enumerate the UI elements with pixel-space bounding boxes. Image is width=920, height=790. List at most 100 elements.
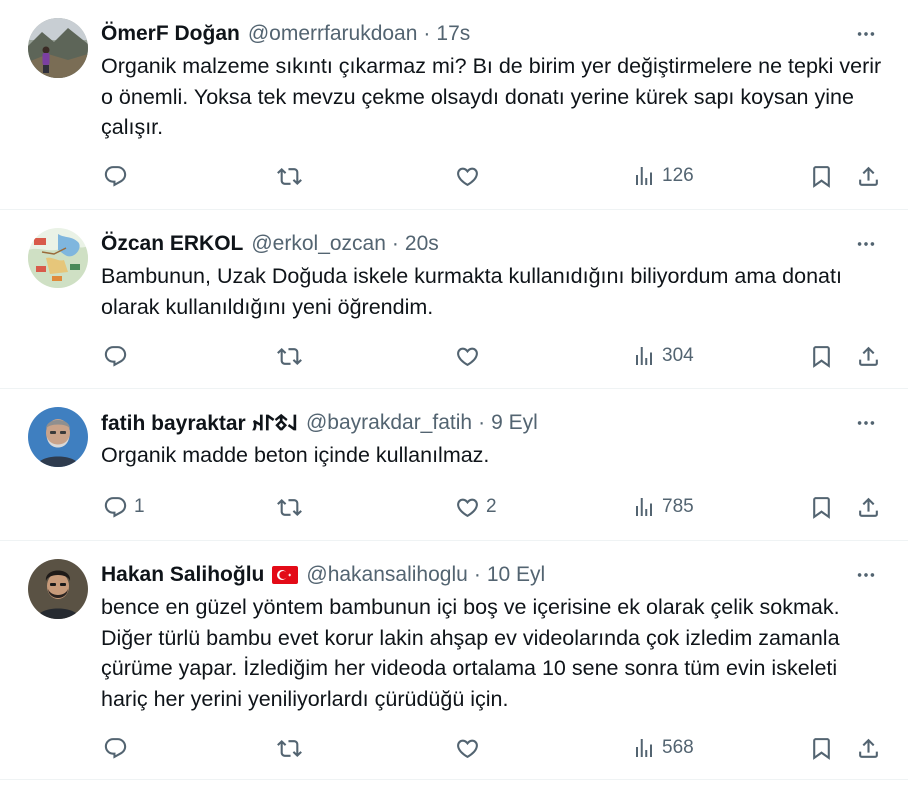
- display-name[interactable]: ÖmerF Doğan: [101, 22, 240, 46]
- user-handle[interactable]: @hakansalihoglu: [306, 563, 467, 587]
- views-icon: [632, 164, 656, 188]
- separator-dot: ·: [423, 22, 431, 45]
- tweet[interactable]: Özcan ERKOL @erkol_ozcan · 20s Bambunun,…: [0, 210, 908, 389]
- reply-button[interactable]: 1: [103, 493, 145, 521]
- bookmark-button[interactable]: [809, 162, 834, 190]
- display-name[interactable]: Özcan ERKOL: [101, 232, 243, 256]
- retweet-icon: [277, 164, 302, 189]
- share-icon: [856, 495, 881, 520]
- more-icon[interactable]: [848, 409, 884, 437]
- share-button[interactable]: [856, 162, 881, 190]
- views-icon: [632, 495, 656, 519]
- retweet-button[interactable]: [277, 493, 308, 521]
- like-icon: [455, 344, 480, 369]
- separator-dot: ·: [391, 232, 399, 255]
- retweet-button[interactable]: [277, 342, 308, 370]
- share-icon: [856, 164, 881, 189]
- avatar-photo-icon: [28, 407, 88, 467]
- retweet-button[interactable]: [277, 734, 308, 762]
- tweet-header: Hakan Salihoğlu @hakansalihoglu · 10 Eyl: [101, 561, 884, 589]
- action-bar: 126: [0, 162, 908, 190]
- tweet-header: fatih bayraktar 𐰞𐱃𐰃𐰴 @bayrakdar_fatih · …: [101, 409, 884, 437]
- views-button[interactable]: 568: [632, 734, 694, 762]
- reply-button[interactable]: [103, 734, 134, 762]
- avatar-photo-icon: [28, 559, 88, 619]
- retweet-icon: [277, 495, 302, 520]
- reply-icon: [103, 736, 128, 761]
- tweet-header: ÖmerF Doğan @omerrfarukdoan · 17s: [101, 20, 884, 48]
- view-count: 568: [662, 737, 694, 758]
- action-bar: 1 2 785: [0, 493, 908, 521]
- timestamp[interactable]: 20s: [405, 232, 439, 256]
- avatar[interactable]: [28, 559, 88, 619]
- avatar-map-icon: [28, 228, 88, 288]
- timestamp[interactable]: 9 Eyl: [491, 411, 538, 435]
- bookmark-icon: [809, 164, 834, 189]
- retweet-icon: [277, 344, 302, 369]
- more-icon[interactable]: [848, 20, 884, 48]
- avatar[interactable]: [28, 18, 88, 78]
- reply-icon: [103, 344, 128, 369]
- separator-dot: ·: [478, 411, 486, 434]
- bookmark-button[interactable]: [809, 342, 834, 370]
- reply-icon: [103, 495, 128, 520]
- tweet-text: Organik malzeme sıkıntı çıkarmaz mi? Bı …: [101, 54, 882, 139]
- bookmark-icon: [809, 495, 834, 520]
- view-count: 785: [662, 496, 694, 517]
- reply-feed: ÖmerF Doğan @omerrfarukdoan · 17s Organi…: [0, 0, 908, 780]
- timestamp[interactable]: 17s: [436, 22, 470, 46]
- tweet-text: bence en güzel yöntem bambunun içi boş v…: [101, 595, 840, 711]
- like-icon: [455, 736, 480, 761]
- more-icon[interactable]: [848, 230, 884, 258]
- action-bar: 568: [0, 734, 908, 762]
- bookmark-button[interactable]: [809, 493, 834, 521]
- tweet[interactable]: ÖmerF Doğan @omerrfarukdoan · 17s Organi…: [0, 0, 908, 210]
- view-count: 126: [662, 165, 694, 186]
- display-name[interactable]: Hakan Salihoğlu: [101, 563, 264, 587]
- reply-button[interactable]: [103, 162, 134, 190]
- share-button[interactable]: [856, 342, 881, 370]
- retweet-button[interactable]: [277, 162, 308, 190]
- tweet[interactable]: fatih bayraktar 𐰞𐱃𐰃𐰴 @bayrakdar_fatih · …: [0, 389, 908, 541]
- avatar-photo-icon: [28, 18, 88, 78]
- reply-icon: [103, 164, 128, 189]
- more-icon[interactable]: [848, 561, 884, 589]
- reply-button[interactable]: [103, 342, 134, 370]
- like-button[interactable]: [455, 734, 486, 762]
- retweet-icon: [277, 736, 302, 761]
- like-icon: [455, 495, 480, 520]
- views-icon: [632, 736, 656, 760]
- user-handle[interactable]: @bayrakdar_fatih: [306, 411, 472, 435]
- tweet-text: Organik madde beton içinde kullanılmaz.: [101, 443, 490, 467]
- like-button[interactable]: 2: [455, 493, 497, 521]
- views-button[interactable]: 126: [632, 162, 694, 190]
- like-icon: [455, 164, 480, 189]
- avatar[interactable]: [28, 228, 88, 288]
- tweet-header: Özcan ERKOL @erkol_ozcan · 20s: [101, 230, 884, 258]
- timestamp[interactable]: 10 Eyl: [487, 563, 545, 587]
- share-button[interactable]: [856, 493, 881, 521]
- like-button[interactable]: [455, 162, 486, 190]
- views-icon: [632, 344, 656, 368]
- separator-dot: ·: [473, 563, 481, 586]
- share-icon: [856, 736, 881, 761]
- views-button[interactable]: 785: [632, 493, 694, 521]
- share-button[interactable]: [856, 734, 881, 762]
- tweet[interactable]: Hakan Salihoğlu @hakansalihoglu · 10 Eyl…: [0, 541, 908, 780]
- like-count: 2: [486, 496, 497, 517]
- bookmark-icon: [809, 344, 834, 369]
- view-count: 304: [662, 345, 694, 366]
- avatar[interactable]: [28, 407, 88, 467]
- display-name[interactable]: fatih bayraktar 𐰞𐱃𐰃𐰴: [101, 409, 298, 437]
- bookmark-icon: [809, 736, 834, 761]
- user-handle[interactable]: @omerrfarukdoan: [248, 22, 418, 46]
- share-icon: [856, 344, 881, 369]
- tweet-text: Bambunun, Uzak Doğuda iskele kurmakta ku…: [101, 264, 842, 319]
- reply-count: 1: [134, 496, 145, 517]
- turkey-flag-icon: [272, 566, 299, 584]
- user-handle[interactable]: @erkol_ozcan: [251, 232, 386, 256]
- action-bar: 304: [0, 342, 908, 370]
- views-button[interactable]: 304: [632, 342, 694, 370]
- like-button[interactable]: [455, 342, 486, 370]
- bookmark-button[interactable]: [809, 734, 834, 762]
